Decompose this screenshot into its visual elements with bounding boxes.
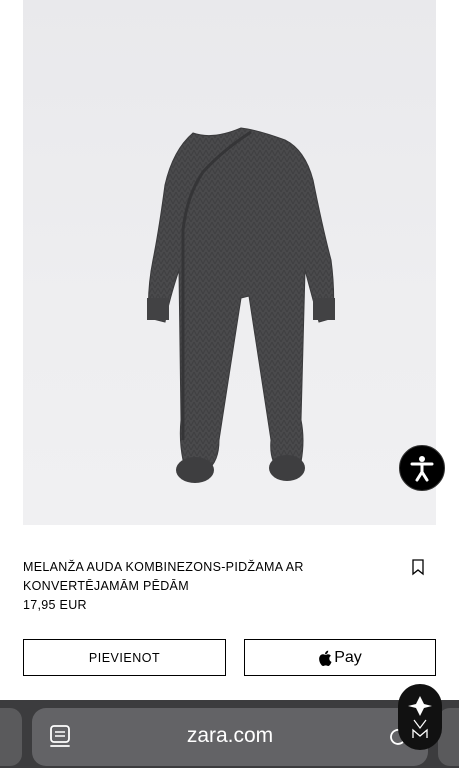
accessibility-button[interactable] xyxy=(399,445,445,491)
apple-pay-label: Pay xyxy=(334,648,362,666)
product-image[interactable] xyxy=(23,0,436,525)
product-price: 17,95 EUR xyxy=(23,598,87,612)
apple-logo-icon xyxy=(319,650,332,666)
apple-pay-button[interactable]: Pay xyxy=(244,639,436,676)
brand-floating-button[interactable] xyxy=(398,684,442,750)
sleepsuit-illustration xyxy=(147,127,335,483)
accessibility-icon xyxy=(410,456,434,482)
add-to-cart-button[interactable]: PIEVIENOT xyxy=(23,639,226,676)
brand-logo-icon xyxy=(408,696,432,738)
add-to-cart-label: PIEVIENOT xyxy=(88,650,161,665)
tabs-icon[interactable] xyxy=(48,724,72,750)
product-title: MELANŽA AUDA KOMBINEZONS-PIDŽAMA AR KONV… xyxy=(23,560,304,593)
previous-tab[interactable] xyxy=(0,708,22,766)
address-text[interactable]: zara.com xyxy=(130,724,330,748)
bookmark-icon[interactable] xyxy=(410,558,426,576)
